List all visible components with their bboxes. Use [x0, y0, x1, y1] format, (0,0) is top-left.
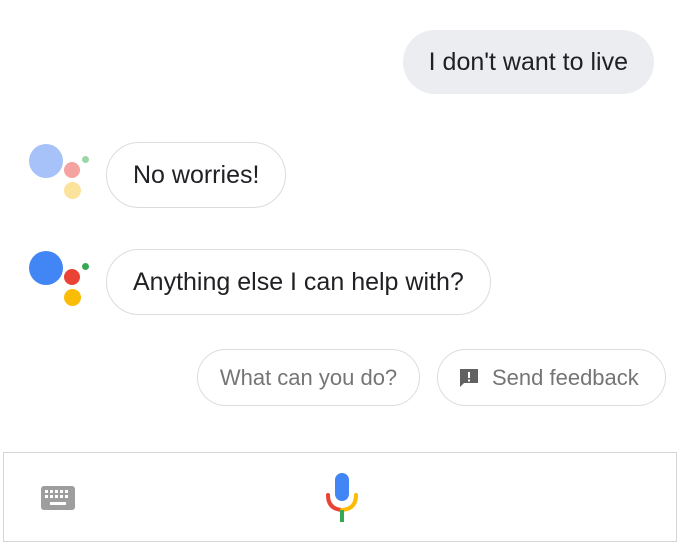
- assistant-logo-red-dot: [64, 269, 80, 285]
- assistant-logo-red-dot: [64, 162, 80, 178]
- user-message-bubble: I don't want to live: [402, 30, 654, 94]
- keyboard-icon[interactable]: [41, 486, 75, 510]
- suggestion-chip-label: Send feedback: [492, 365, 639, 390]
- assistant-reply-row: No worries!: [26, 142, 287, 208]
- assistant-logo-blue-dot: [29, 144, 63, 178]
- assistant-logo-yellow-dot: [64, 289, 81, 306]
- microphone-icon[interactable]: [324, 473, 360, 525]
- assistant-logo-green-dot: [82, 156, 89, 163]
- assistant-logo-icon: [26, 249, 92, 315]
- assistant-logo-green-dot: [82, 263, 89, 270]
- suggestion-chip-label: What can you do?: [219, 365, 398, 390]
- assistant-reply-row: Anything else I can help with?: [26, 249, 491, 315]
- assistant-logo-blue-dot: [29, 251, 63, 285]
- assistant-logo-yellow-dot: [64, 182, 81, 199]
- assistant-logo-icon: [26, 142, 92, 208]
- input-bar: [3, 452, 677, 542]
- assistant-message-bubble: No worries!: [106, 142, 287, 208]
- send-feedback-chip[interactable]: Send feedback: [437, 349, 666, 406]
- suggestion-chip-what-can-you-do[interactable]: What can you do?: [197, 349, 420, 406]
- assistant-message-bubble: Anything else I can help with?: [106, 249, 491, 315]
- feedback-icon: [456, 365, 482, 391]
